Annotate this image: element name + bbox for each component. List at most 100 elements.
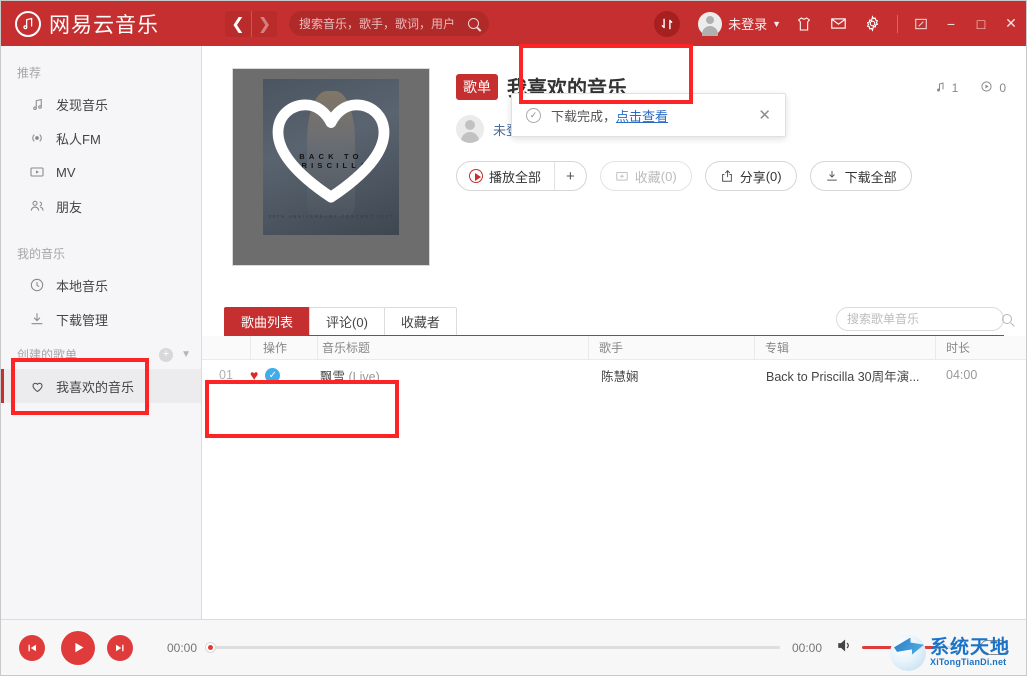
download-all-button[interactable]: 下载全部	[810, 161, 912, 191]
column-header-duration: 时长	[936, 339, 1026, 356]
search-icon	[468, 18, 479, 29]
previous-track-button[interactable]	[19, 635, 45, 661]
play-button[interactable]	[61, 631, 95, 665]
netease-music-logo-icon	[15, 11, 41, 37]
share-label: 分享	[740, 167, 766, 186]
collect-count: (0)	[661, 169, 677, 184]
tab-label: 收藏者	[401, 312, 440, 331]
watermark-text: 系统天地 XiTongTianDi.net	[930, 638, 1010, 667]
sync-icon	[654, 11, 680, 37]
playlist-search-box[interactable]	[836, 307, 1004, 331]
download-all-label: 下载全部	[845, 167, 897, 186]
volume-icon[interactable]	[836, 637, 853, 658]
search-input[interactable]	[299, 17, 468, 31]
tab-collectors[interactable]: 收藏者	[384, 307, 457, 335]
sidebar-item-personal-fm[interactable]: 私人FM	[1, 121, 201, 155]
avatar-icon	[698, 12, 722, 36]
total-time: 00:00	[792, 641, 822, 655]
tab-song-list[interactable]: 歌曲列表	[224, 307, 310, 335]
sidebar-item-label: 下载管理	[56, 310, 108, 329]
playlist-type-badge: 歌单	[456, 74, 498, 100]
table-row[interactable]: 01 ♥ ✓ 飘雪 (Live) 陈慧娴 Back to Priscilla 3…	[202, 360, 1026, 390]
avatar	[456, 115, 484, 143]
folder-plus-icon	[615, 169, 629, 183]
gear-icon[interactable]	[855, 1, 889, 46]
cover-heart-outline-icon	[272, 99, 390, 203]
sidebar-item-download-manager[interactable]: 下载管理	[1, 302, 201, 336]
playlist-header: BACK TO PRISCILLA 30TH ANNIVERSARY CONCE…	[202, 46, 1026, 266]
user-name: 未登录	[728, 14, 767, 33]
brand-title: 网易云音乐	[49, 9, 159, 39]
download-icon	[27, 311, 47, 327]
row-album[interactable]: Back to Priscilla 30周年演...	[756, 366, 936, 385]
sidebar-item-label: 朋友	[56, 197, 82, 216]
sidebar-item-local-music[interactable]: 本地音乐	[1, 268, 201, 302]
playlist-counts: 1 0	[912, 80, 1006, 96]
nav-forward-icon[interactable]: ❯	[251, 11, 277, 37]
add-to-playlist-icon[interactable]: +	[555, 162, 586, 190]
row-artist[interactable]: 陈慧娴	[591, 366, 756, 385]
sidebar-item-mv[interactable]: MV	[1, 155, 201, 189]
sidebar-item-friends[interactable]: 朋友	[1, 189, 201, 223]
cover-image: BACK TO PRISCILLA 30TH ANNIVERSARY CONCE…	[263, 79, 399, 235]
search-box[interactable]	[289, 11, 489, 36]
close-icon[interactable]: ✕	[758, 106, 771, 124]
play-all-button[interactable]: 播放全部 +	[456, 161, 587, 191]
mail-icon[interactable]	[821, 1, 855, 46]
app-body: 推荐 发现音乐 私人FM	[1, 46, 1026, 619]
next-track-button[interactable]	[107, 635, 133, 661]
tab-label: 歌曲列表	[241, 312, 293, 331]
row-title-suffix: (Live)	[345, 370, 380, 384]
sidebar-item-label: 我喜欢的音乐	[56, 377, 134, 396]
tab-comments[interactable]: 评论(0)	[309, 307, 385, 335]
heart-filled-icon[interactable]: ♥	[250, 367, 258, 383]
sync-button[interactable]	[646, 1, 688, 46]
playlist-search-input[interactable]	[847, 312, 1002, 326]
sidebar-group-label-recommend: 推荐	[1, 56, 201, 87]
maximize-icon[interactable]: □	[966, 1, 996, 46]
downloaded-check-icon[interactable]: ✓	[265, 368, 280, 383]
share-icon	[720, 169, 734, 183]
sidebar-group-label-created: 创建的歌单	[17, 346, 159, 363]
progress-handle[interactable]	[205, 642, 216, 653]
notification-message: 下载完成，	[551, 106, 616, 125]
plus-circle-icon[interactable]: +	[159, 348, 173, 362]
play-count-value: 0	[999, 81, 1006, 95]
progress-bar[interactable]	[209, 646, 780, 649]
row-operations: ♥ ✓	[250, 367, 316, 383]
nav-arrows: ❮ ❯	[225, 11, 277, 37]
song-table: 操作 音乐标题 歌手 专辑 时长 01 ♥ ✓	[202, 336, 1026, 390]
row-duration: 04:00	[936, 368, 1026, 382]
progress-bar-wrap[interactable]	[209, 646, 780, 649]
sidebar-group-label-my-music: 我的音乐	[1, 237, 201, 268]
playlist-cover[interactable]: BACK TO PRISCILLA 30TH ANNIVERSARY CONCE…	[232, 68, 430, 266]
sidebar-item-discover[interactable]: 发现音乐	[1, 87, 201, 121]
chevron-down-icon: ▼	[772, 19, 781, 29]
watermark-en: XiTongTianDi.net	[930, 658, 1010, 667]
mini-window-icon[interactable]	[906, 1, 936, 46]
cover-sub-text: 30TH ANNIVERSARY CONCERT 2017	[263, 214, 399, 219]
tab-label: 评论(0)	[326, 312, 368, 331]
sidebar-item-my-favorite-music[interactable]: 我喜欢的音乐	[1, 369, 201, 403]
friends-icon	[27, 198, 47, 214]
nav-back-icon[interactable]: ❮	[225, 11, 251, 37]
collect-button[interactable]: 收藏 (0)	[600, 161, 692, 191]
music-note-icon	[27, 97, 47, 112]
share-button[interactable]: 分享 (0)	[705, 161, 797, 191]
search-icon	[1002, 314, 1012, 324]
heart-outline-icon	[27, 379, 47, 394]
minimize-icon[interactable]: −	[936, 1, 966, 46]
chevron-down-icon[interactable]: ▼	[181, 349, 191, 360]
sidebar-group-created-playlists: 创建的歌单 + ▼	[1, 336, 201, 369]
globe-refresh-icon	[890, 635, 926, 671]
title-bar-right: 未登录 ▼	[646, 1, 1026, 46]
watermark: 系统天地 XiTongTianDi.net	[886, 630, 1026, 675]
sync-tooltip-pointer	[662, 45, 672, 50]
netease-music-window: 网易云音乐 ❮ ❯ 未登录 ▼	[0, 0, 1027, 676]
close-icon[interactable]: ✕	[996, 1, 1026, 46]
shirt-icon[interactable]	[787, 1, 821, 46]
check-circle-icon: ✓	[526, 108, 541, 123]
notification-view-link[interactable]: 点击查看	[616, 106, 668, 125]
row-title[interactable]: 飘雪 (Live)	[316, 366, 591, 385]
user-menu[interactable]: 未登录 ▼	[698, 12, 781, 36]
